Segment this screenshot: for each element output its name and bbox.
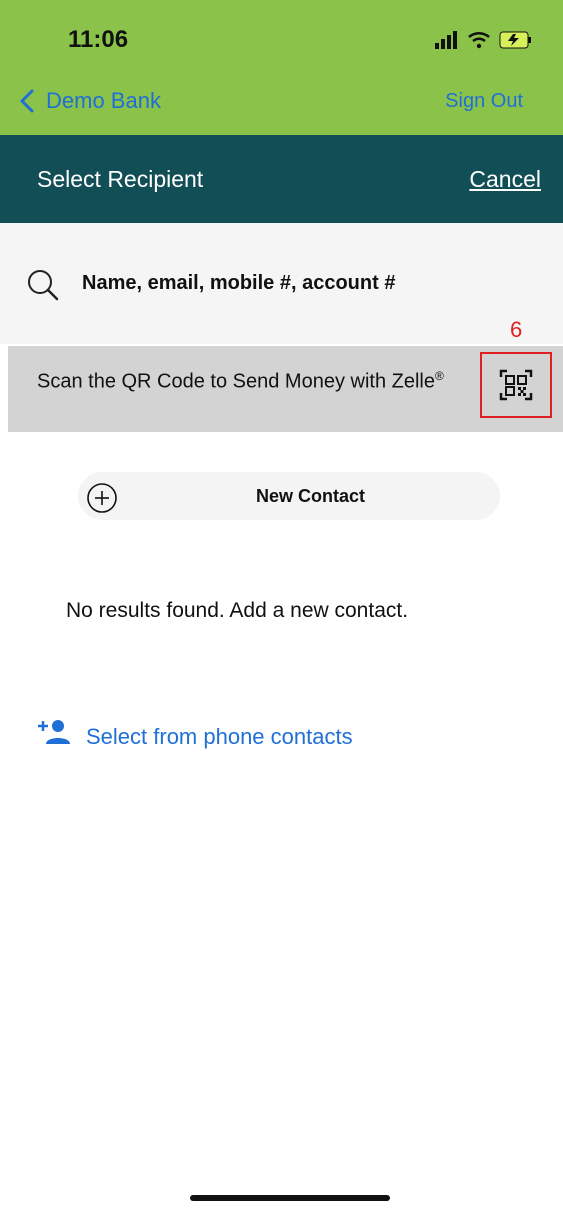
back-label: Demo Bank xyxy=(46,88,161,113)
add-person-icon xyxy=(38,720,70,744)
select-phone-contacts-link[interactable]: Select from phone contacts xyxy=(86,724,353,750)
back-button[interactable]: Demo Bank xyxy=(18,88,161,114)
cancel-button[interactable]: Cancel xyxy=(469,166,541,193)
search-input[interactable]: Name, email, mobile #, account # xyxy=(82,272,395,295)
home-indicator xyxy=(190,1195,390,1201)
qr-scan-text: Scan the QR Code to Send Money with Zell… xyxy=(37,364,467,395)
status-time: 11:06 xyxy=(68,26,129,53)
signal-icon xyxy=(435,31,457,49)
new-contact-label: New Contact xyxy=(256,486,366,506)
page-title: Select Recipient xyxy=(37,166,204,192)
top-bar xyxy=(0,0,563,135)
search-icon xyxy=(28,270,59,301)
sign-out-button[interactable]: Sign Out xyxy=(445,90,523,113)
qr-code-icon xyxy=(499,369,533,401)
qr-code-button[interactable] xyxy=(480,352,552,418)
empty-state-message: No results found. Add a new contact. xyxy=(66,599,409,622)
wifi-icon xyxy=(468,32,490,49)
battery-charging-icon xyxy=(499,31,531,49)
annotation-label: 6 xyxy=(510,317,523,342)
add-circle-icon xyxy=(87,483,117,513)
chevron-left-icon xyxy=(20,89,34,113)
status-icons xyxy=(435,28,533,52)
registered-mark: ® xyxy=(435,369,444,383)
qr-scan-label: Scan the QR Code to Send Money with Zell… xyxy=(37,370,435,393)
